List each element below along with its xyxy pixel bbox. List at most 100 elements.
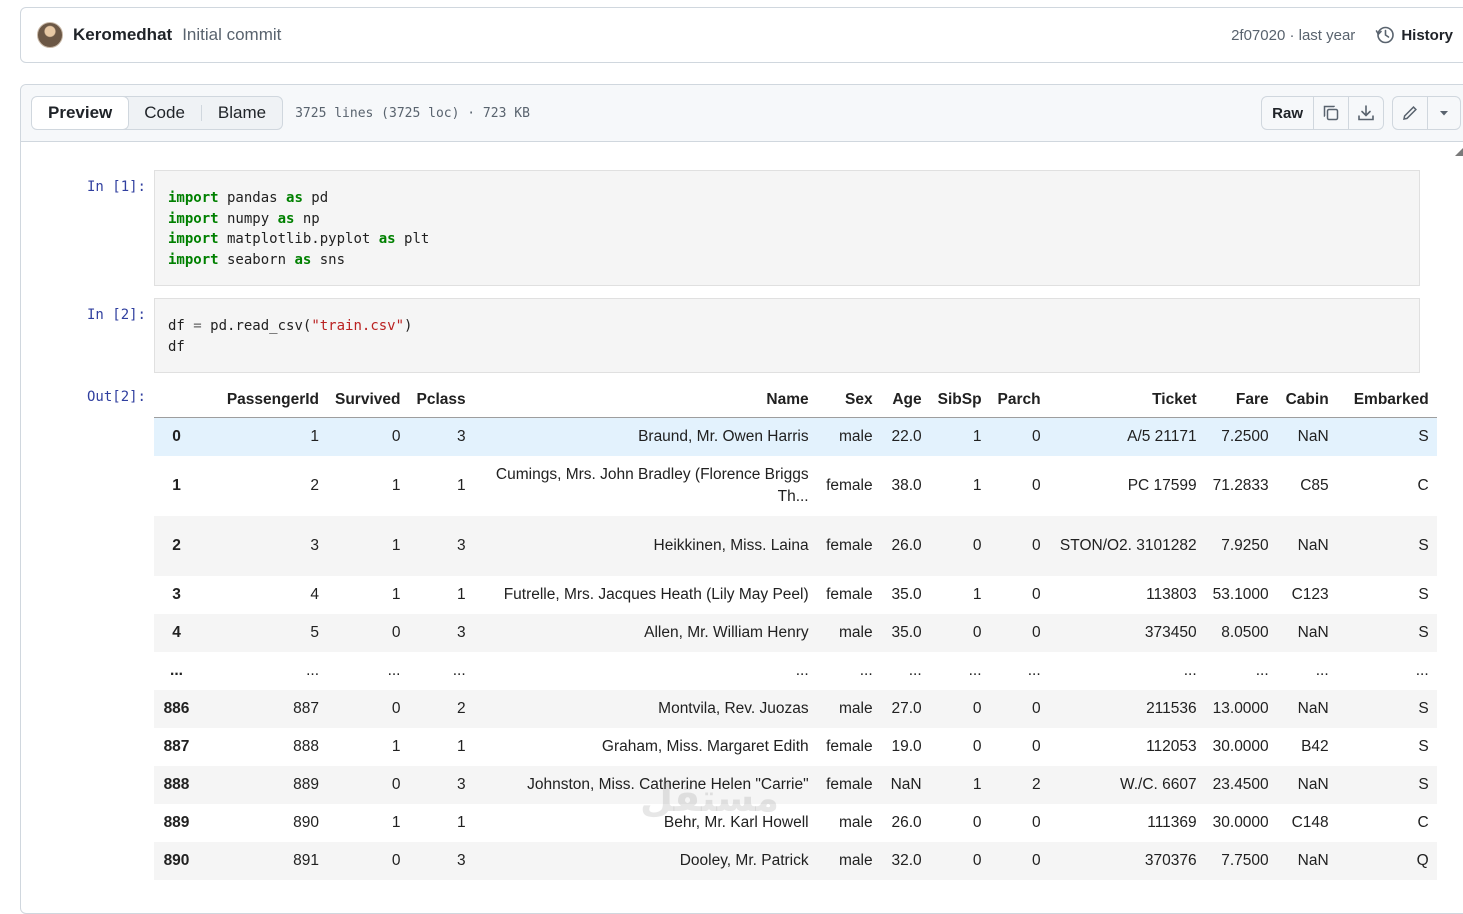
code-keyword: as bbox=[277, 210, 295, 227]
table-cell: C bbox=[1417, 476, 1429, 494]
row-index: 887 bbox=[163, 737, 190, 755]
row-index: 886 bbox=[163, 699, 190, 717]
table-cell: 3 bbox=[457, 623, 466, 641]
table-cell: 23.4500 bbox=[1212, 775, 1269, 793]
table-cell: NaN bbox=[1297, 623, 1329, 641]
code-cell-2[interactable]: df = pd.read_csv("train.csv") df bbox=[154, 298, 1420, 373]
code-token: df bbox=[168, 318, 194, 334]
code-token: pd.read_csv( bbox=[201, 318, 312, 334]
column-header: Name bbox=[473, 383, 817, 418]
table-cell: 1 bbox=[391, 737, 401, 755]
table-cell: 1 bbox=[391, 813, 401, 831]
table-row[interactable]: 0 1 0 3 Braund, Mr. Owen Harris male 22.0 1 0 A/5… bbox=[154, 417, 1437, 456]
code-line: import seaborn as sns bbox=[168, 250, 1406, 271]
row-index: 890 bbox=[163, 851, 190, 869]
more-edit-options-button[interactable] bbox=[1427, 97, 1460, 129]
author-avatar[interactable] bbox=[37, 22, 63, 48]
table-cell: 0 bbox=[1032, 536, 1041, 554]
table-cell: PC 17599 bbox=[1127, 476, 1197, 494]
table-cell: 26.0 bbox=[891, 813, 922, 831]
raw-actions-group: Raw bbox=[1261, 96, 1384, 130]
table-cell: 0 bbox=[1032, 851, 1041, 869]
table-cell: NaN bbox=[1297, 699, 1329, 717]
dataframe-table: PassengerId Survived Pclass Name Sex Age SibSp… bbox=[154, 383, 1437, 880]
table-cell: 1 bbox=[457, 476, 466, 494]
row-index: 2 bbox=[172, 536, 181, 554]
table-cell: Heikkinen, Miss. Laina bbox=[653, 536, 809, 554]
table-cell: 13.0000 bbox=[1212, 699, 1269, 717]
table-cell: 19.0 bbox=[891, 737, 922, 755]
scroll-up-indicator[interactable] bbox=[1455, 146, 1463, 156]
table-cell: 0 bbox=[1032, 476, 1041, 494]
table-row[interactable]: 886 887 0 2 Montvila, Rev. Juozas male 27.0 0 0 2… bbox=[154, 689, 1437, 728]
commit-author[interactable]: Keromedhat bbox=[73, 25, 172, 45]
table-cell: female bbox=[826, 775, 873, 793]
tab-code[interactable]: Code bbox=[128, 97, 201, 129]
code-keyword: import bbox=[168, 190, 219, 206]
copy-button[interactable] bbox=[1313, 97, 1348, 129]
table-cell: STON/O2. 3101282 bbox=[1059, 536, 1197, 554]
table-cell: 7.7500 bbox=[1221, 851, 1269, 869]
table-cell: female bbox=[826, 737, 873, 755]
table-cell: 30.0000 bbox=[1212, 737, 1269, 755]
table-cell: 0 bbox=[391, 427, 401, 445]
table-cell: 0 bbox=[1032, 699, 1041, 717]
column-header: Ticket bbox=[1048, 383, 1205, 418]
code-token: matplotlib.pyplot bbox=[218, 231, 379, 247]
table-cell: ... bbox=[1183, 661, 1197, 679]
tab-preview[interactable]: Preview bbox=[32, 97, 130, 129]
output-prompt: Out[2]: bbox=[86, 389, 146, 405]
table-row[interactable]: 1 2 1 1 Cumings, Mrs. John Bradley (Florence… bbox=[154, 455, 1437, 516]
table-cell: ... bbox=[387, 661, 401, 679]
raw-button[interactable]: Raw bbox=[1262, 97, 1313, 129]
cell-2-prompt: In [2]: bbox=[86, 307, 146, 323]
tab-blame[interactable]: Blame bbox=[202, 97, 282, 129]
column-header: Sex bbox=[816, 383, 881, 418]
table-cell: C bbox=[1417, 813, 1429, 831]
table-row[interactable]: 3 4 1 1 Futrelle, Mrs. Jacques Heath (Lily M… bbox=[154, 575, 1437, 614]
table-cell: Dooley, Mr. Patrick bbox=[679, 851, 809, 869]
table-cell: Johnston, Miss. Catherine Helen "Carrie" bbox=[527, 775, 809, 793]
table-cell: 1 bbox=[391, 585, 401, 603]
table-cell: 30.0000 bbox=[1212, 813, 1269, 831]
table-row[interactable]: 890 891 0 3 Dooley, Mr. Patrick male 32.0 0 0 370… bbox=[154, 841, 1437, 880]
code-token: plt bbox=[395, 231, 430, 247]
code-line: df bbox=[168, 337, 1406, 358]
table-cell: Q bbox=[1416, 851, 1429, 869]
table-cell: 3 bbox=[457, 427, 466, 445]
table-cell: S bbox=[1418, 775, 1429, 793]
column-header: Survived bbox=[327, 383, 409, 418]
triangle-down-icon bbox=[1440, 111, 1448, 116]
commit-meta: 2f07020 · last year History bbox=[1231, 8, 1453, 62]
table-cell: S bbox=[1418, 585, 1429, 603]
table-cell: B42 bbox=[1301, 737, 1329, 755]
table-cell: 22.0 bbox=[891, 427, 922, 445]
commit-sha-time[interactable]: 2f07020 · last year bbox=[1231, 27, 1355, 44]
table-row[interactable]: ....................................... bbox=[154, 651, 1437, 690]
table-row[interactable]: 4 5 0 3 Allen, Mr. William Henry male 35.0 0 0 37… bbox=[154, 613, 1437, 652]
table-row[interactable]: 887 888 1 1 Graham, Miss. Margaret Edith fema… bbox=[154, 727, 1437, 766]
table-row[interactable]: 888 889 0 3 Johnston, Miss. Catherine Helen … bbox=[154, 765, 1437, 804]
table-cell: A/5 21171 bbox=[1127, 427, 1197, 445]
table-row[interactable]: 889 890 1 1 Behr, Mr. Karl Howell male 26.0 0 0 1… bbox=[154, 803, 1437, 842]
row-index: 0 bbox=[172, 427, 181, 445]
code-keyword: import bbox=[168, 231, 219, 247]
table-cell: 211536 bbox=[1146, 699, 1197, 717]
table-cell: 0 bbox=[391, 699, 401, 717]
cell-1-prompt: In [1]: bbox=[86, 179, 146, 195]
table-cell: 1 bbox=[457, 737, 466, 755]
view-mode-tabs: Preview Code Blame bbox=[31, 96, 284, 130]
table-cell: S bbox=[1418, 699, 1429, 717]
table-cell: ... bbox=[859, 661, 873, 679]
code-token: df bbox=[168, 338, 185, 355]
code-cell-1[interactable]: import pandas as pd import numpy as np imp… bbox=[154, 170, 1420, 286]
latest-commit-bar: Keromedhat Initial commit 2f07020 · last… bbox=[20, 7, 1463, 63]
table-row[interactable]: 2 3 1 3 Heikkinen, Miss. Laina female 26.0 0 0 ST… bbox=[154, 515, 1437, 576]
code-token: seaborn bbox=[218, 251, 295, 268]
table-cell: C148 bbox=[1291, 813, 1329, 831]
table-cell: 370376 bbox=[1144, 851, 1197, 869]
commit-message[interactable]: Initial commit bbox=[182, 25, 281, 45]
download-button[interactable] bbox=[1348, 97, 1383, 129]
history-button[interactable]: History bbox=[1375, 25, 1453, 45]
edit-button[interactable] bbox=[1393, 97, 1427, 129]
